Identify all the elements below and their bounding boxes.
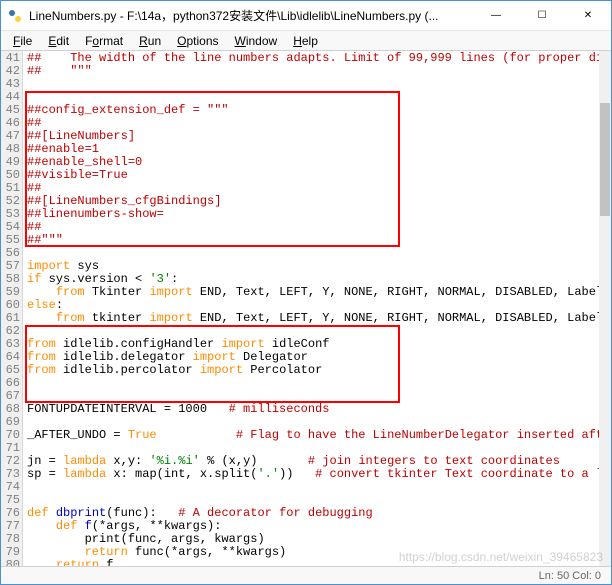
watermark-text: https://blog.csdn.net/weixin_39465823 xyxy=(399,550,603,564)
code-line[interactable]: ##linenumbers-show= xyxy=(27,208,599,221)
python-idle-icon xyxy=(7,8,23,24)
menu-options[interactable]: Options xyxy=(169,33,226,49)
code-line[interactable]: FONTUPDATEINTERVAL = 1000 # milliseconds xyxy=(27,403,599,416)
close-button[interactable]: ✕ xyxy=(565,1,611,30)
cursor-position: Ln: 50 Col: 0 xyxy=(539,570,601,582)
code-line[interactable]: ##config_extension_def = """ xyxy=(27,104,599,117)
code-line[interactable]: sp = lambda x: map(int, x.split('.')) # … xyxy=(27,468,599,481)
editor-area[interactable]: 4142434445464748495051525354555657585960… xyxy=(1,51,611,566)
code-line[interactable]: ## xyxy=(27,221,599,234)
code-line[interactable]: ## The width of the line numbers adapts.… xyxy=(27,52,599,65)
code-line[interactable]: ## """ xyxy=(27,65,599,78)
menu-help[interactable]: Help xyxy=(285,33,326,49)
code-line[interactable]: ##visible=True xyxy=(27,169,599,182)
line-number-gutter: 4142434445464748495051525354555657585960… xyxy=(1,51,23,566)
code-line[interactable]: _AFTER_UNDO = True # Flag to have the Li… xyxy=(27,429,599,442)
code-line[interactable]: ##""" xyxy=(27,234,599,247)
menu-edit[interactable]: Edit xyxy=(40,33,77,49)
menu-format[interactable]: Format xyxy=(77,33,131,49)
menu-run[interactable]: Run xyxy=(131,33,169,49)
maximize-button[interactable]: ☐ xyxy=(519,1,565,30)
code-text-area[interactable]: ## The width of the line numbers adapts.… xyxy=(23,51,599,566)
code-line[interactable]: from idlelib.percolator import Percolato… xyxy=(27,364,599,377)
status-bar: Ln: 50 Col: 0 xyxy=(1,566,611,584)
code-line[interactable]: from tkinter import END, Text, LEFT, Y, … xyxy=(27,312,599,325)
window-controls: — ☐ ✕ xyxy=(473,1,611,30)
menubar: FileEditFormatRunOptionsWindowHelp xyxy=(1,31,611,51)
code-line[interactable] xyxy=(27,247,599,260)
code-line[interactable] xyxy=(27,377,599,390)
menu-window[interactable]: Window xyxy=(227,33,286,49)
code-line[interactable]: ##[LineNumbers] xyxy=(27,130,599,143)
window-titlebar: LineNumbers.py - F:\14a，python372安装文件\Li… xyxy=(1,1,611,31)
window-title: LineNumbers.py - F:\14a，python372安装文件\Li… xyxy=(29,7,473,24)
scrollbar-thumb[interactable] xyxy=(600,103,610,216)
menu-file[interactable]: File xyxy=(5,33,40,49)
vertical-scrollbar[interactable] xyxy=(599,51,611,566)
code-line[interactable] xyxy=(27,78,599,91)
minimize-button[interactable]: — xyxy=(473,1,519,30)
code-line[interactable] xyxy=(27,481,599,494)
code-line[interactable]: from Tkinter import END, Text, LEFT, Y, … xyxy=(27,286,599,299)
